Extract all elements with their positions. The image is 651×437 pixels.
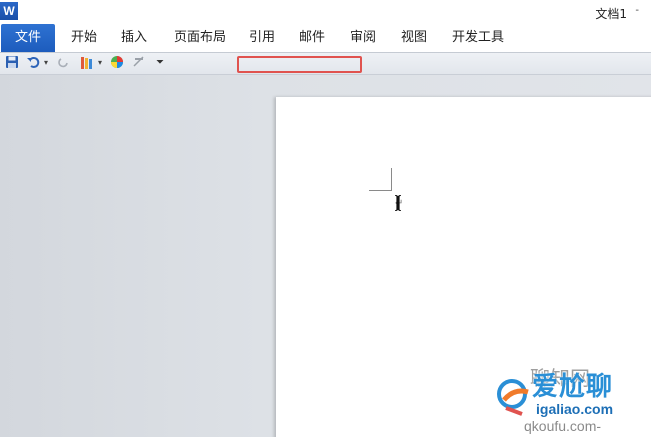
watermark-url-faded: qkoufu.com- [524, 418, 602, 434]
word-app-icon[interactable]: W [0, 2, 18, 20]
save-icon[interactable] [4, 55, 20, 71]
quick-access-toolbar: ▾ ▾ ⏷ [0, 53, 651, 75]
format-painter-icon[interactable] [79, 55, 95, 71]
watermark: 聊知网 爱尬聊 igaliao.com qkoufu.com- [490, 360, 651, 437]
tab-page-layout[interactable]: 页面布局 [167, 24, 233, 52]
tab-file[interactable]: 文件 [1, 24, 55, 52]
tab-references[interactable]: 引用 [240, 24, 284, 52]
undo-dropdown-arrow-icon[interactable]: ▾ [42, 55, 50, 71]
ibeam-cursor-icon [395, 195, 401, 211]
margin-corner-horizontal [369, 190, 392, 191]
tab-insert[interactable]: 插入 [112, 24, 156, 52]
tab-review[interactable]: 审阅 [341, 24, 385, 52]
word-window: W 文档1 - 文件 开始 插入 页面布局 引用 邮件 审阅 视图 开发工具 ▾… [0, 0, 651, 437]
clear-format-icon[interactable] [131, 55, 147, 71]
ribbon-tabs: 文件 开始 插入 页面布局 引用 邮件 审阅 视图 开发工具 [0, 24, 651, 53]
watermark-main-text: 爱尬聊 [532, 372, 614, 402]
highlight-annotation-box [237, 56, 362, 73]
color-wheel-icon[interactable] [109, 55, 125, 71]
undo-icon[interactable] [25, 55, 41, 71]
document-title: 文档1 [595, 7, 627, 21]
tab-home[interactable]: 开始 [62, 24, 106, 52]
customize-toolbar-icon[interactable]: ⏷ [154, 55, 166, 71]
redo-icon[interactable] [57, 55, 71, 71]
tab-mailings[interactable]: 邮件 [290, 24, 334, 52]
tab-view[interactable]: 视图 [392, 24, 436, 52]
painter-dropdown-arrow-icon[interactable]: ▾ [96, 55, 104, 71]
title-bar: W 文档1 - [0, 0, 651, 24]
watermark-url: igaliao.com [536, 401, 614, 417]
title-caret[interactable]: - [635, 5, 639, 16]
margin-corner-vertical [391, 168, 392, 190]
watermark-logo-icon [497, 379, 529, 416]
tab-developer[interactable]: 开发工具 [445, 24, 511, 52]
